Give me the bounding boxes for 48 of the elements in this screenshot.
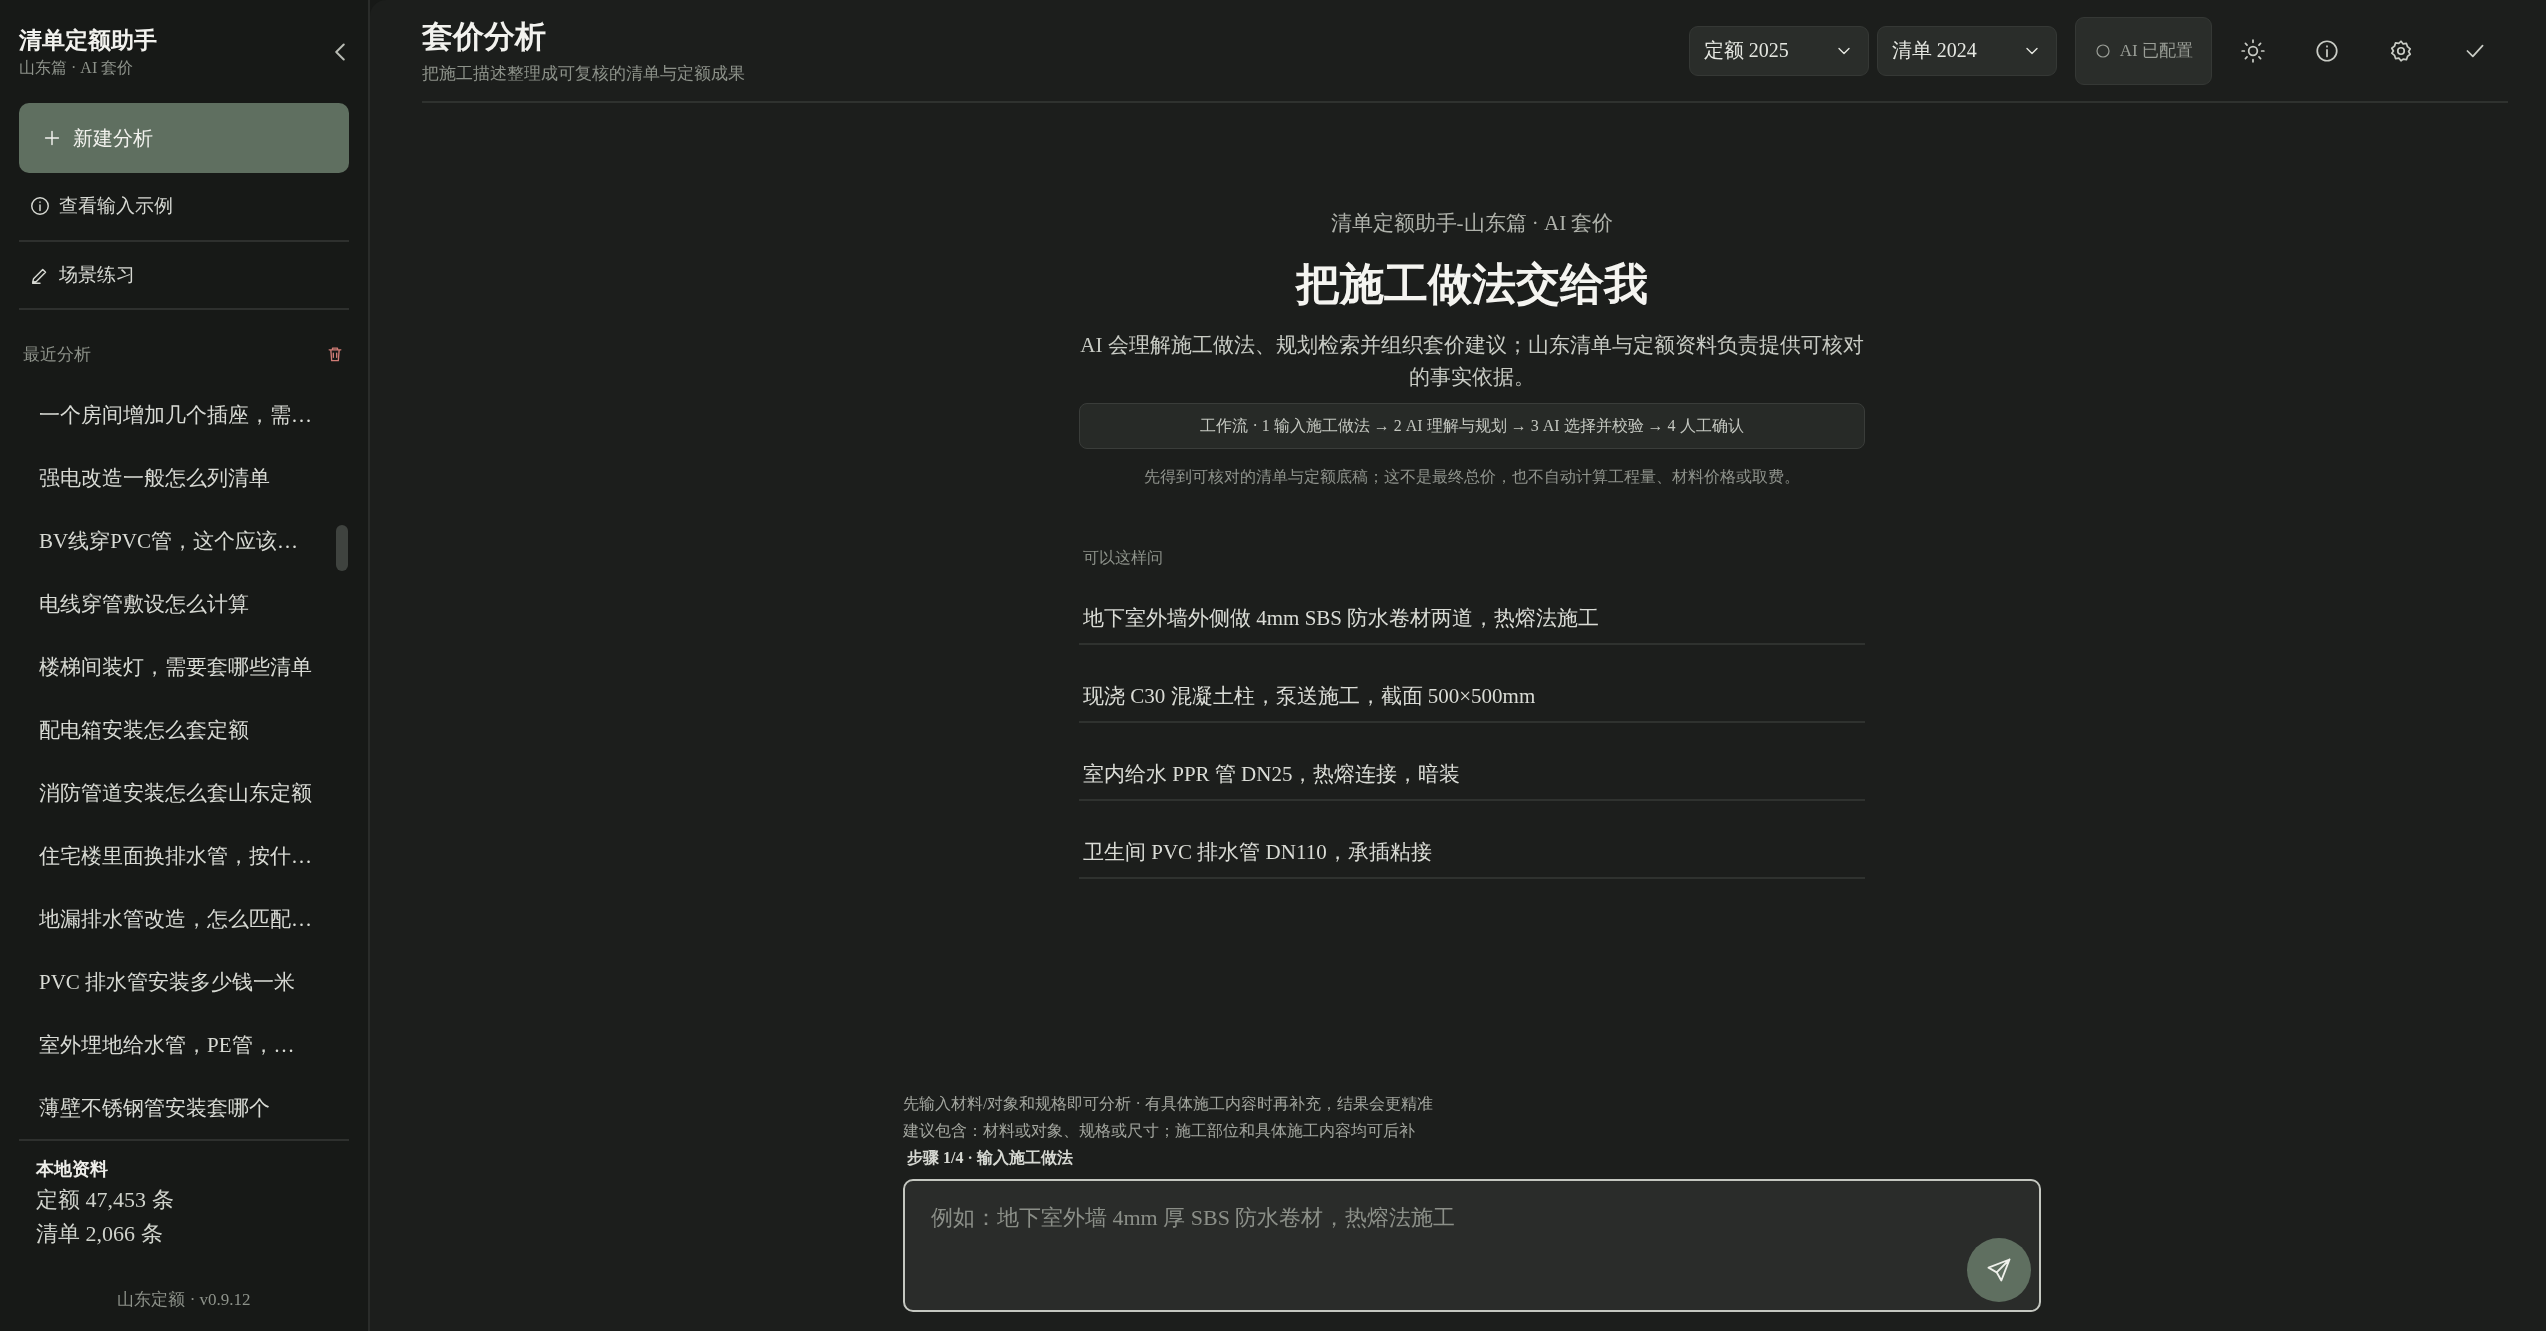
history-item[interactable]: BV线穿PVC管，这个应该… [19,509,349,573]
example-prompt[interactable]: 现浇 C30 混凝土柱，泵送施工，截面 500×500mm [1079,645,1865,723]
app-subtitle: 山东篇 · AI 套价 [19,57,135,78]
app-title: 清单定额助手 [19,26,157,55]
example-prompt[interactable]: 卫生间 PVC 排水管 DN110，承插粘接 [1079,801,1865,879]
hero-note: 先得到可核对的清单与定额底稿；这不是最终总价，也不自动计算工程量、材料价格或取费。 [1144,467,1800,487]
step-label: 步骤 1/4 · 输入施工做法 [907,1148,1074,1168]
send-icon [1985,1256,2013,1284]
sidebar-link[interactable]: 查看输入示例 [19,173,349,242]
history-item[interactable]: 一个房间增加几个插座，需… [19,383,349,447]
chevron-left-icon [335,42,345,61]
page-subtitle: 把施工描述整理成可复核的清单与定额成果 [422,63,745,85]
history-item[interactable]: 室外埋地给水管，PE管，… [19,1013,349,1077]
section-title: 本地资料 [36,1158,109,1182]
history-item[interactable]: 强电改造一般怎么列清单 [19,446,349,510]
version-select[interactable]: 定额 2025 [1688,25,1869,76]
history-item[interactable]: 消防管道安装怎么套山东定额 [19,761,349,825]
hero-title: 把施工做法交给我 [1296,259,1648,311]
version-select[interactable]: 清单 2024 [1876,25,2057,76]
new-analysis-button[interactable]: 新建分析 [19,103,349,174]
section-title: 最近分析 [23,343,91,366]
history-item[interactable]: PVC 排水管安装多少钱一米 [19,950,349,1014]
example-prompt[interactable]: 地下室外墙外侧做 4mm SBS 防水卷材两道，热熔法施工 [1079,569,1865,645]
workflow-banner: 工作流 · 1 输入施工做法 → 2 AI 理解与规划 → 3 AI 选择并校验 → 4 人工确认 [1079,403,1865,449]
example-prompt[interactable]: 室内给水 PPR 管 DN25，热熔连接，暗装 [1079,723,1865,801]
scrollbar-thumb[interactable] [336,525,348,571]
data-count: 定额 47,453 条 [36,1186,175,1215]
version-label: 山东定额 · v0.9.12 [116,1288,252,1311]
ai-status-button[interactable]: AI 已配置 [2074,16,2212,85]
history-item[interactable]: 楼梯间装灯，需要套哪些清单 [19,635,349,699]
page-title: 套价分析 [422,18,547,56]
prompt-input-field[interactable]: 例如：地下室外墙 4mm 厚 SBS 防水卷材，热熔法施工 [903,1179,2041,1312]
sun-icon [2240,37,2266,64]
sidebar-link[interactable]: 场景练习 [19,241,349,310]
circle-icon [2093,41,2112,60]
hero-eyebrow: 清单定额助手-山东篇 · AI 套价 [1330,210,1614,237]
info-icon [29,195,51,218]
history-item[interactable]: 地漏排水管改造，怎么匹配… [19,887,349,951]
input-hint: 先输入材料/对象和规格即可分析 · 有具体施工内容时再补充，结果会更精准 [903,1094,1434,1114]
hero-description: AI 会理解施工做法、规划检索并组织套价建议；山东清单与定额资料负责提供可核对的事实依据。 [1079,332,1865,391]
data-count: 清单 2,066 条 [36,1220,164,1249]
history-item[interactable]: 薄壁不锈钢管安装套哪个 [19,1076,349,1140]
history-item[interactable]: 电线穿管敷设怎么计算 [19,572,349,636]
info-icon [2314,37,2340,64]
history-item[interactable]: 住宅楼里面换排水管，按什… [19,824,349,888]
input-hint: 建议包含：材料或对象、规格或尺寸；施工部位和具体施工内容均可后补 [903,1121,1416,1141]
section-title: 可以这样问 [1083,548,1163,568]
history-item[interactable]: 配电箱安装怎么套定额 [19,698,349,762]
